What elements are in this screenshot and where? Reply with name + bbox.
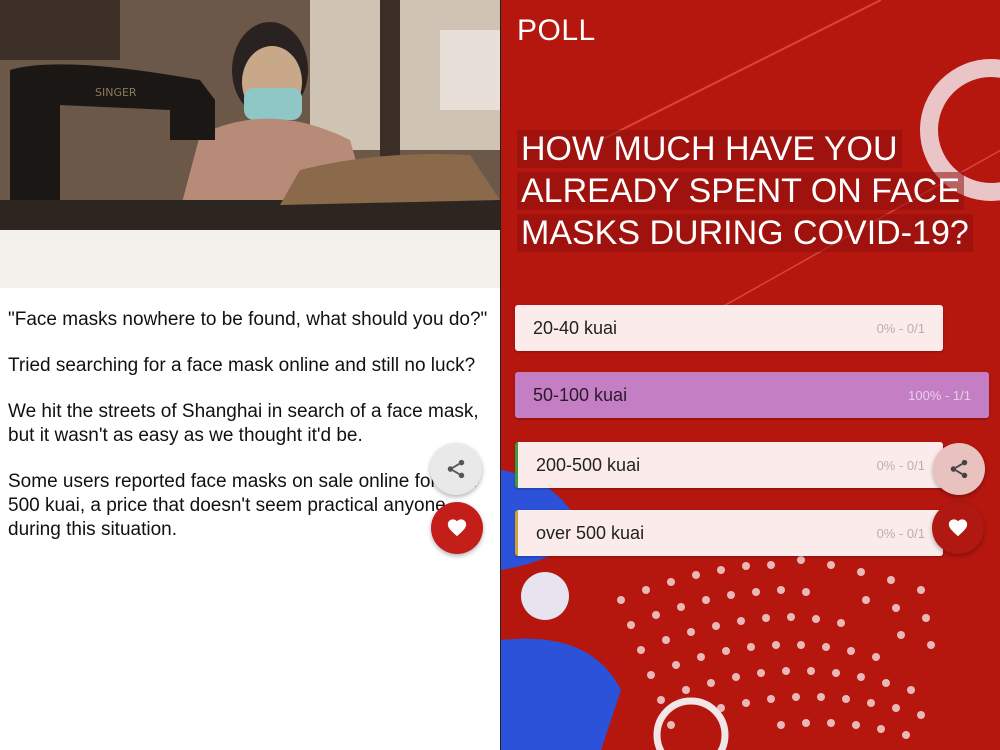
- share-icon: [950, 459, 968, 479]
- article-panel: SINGER "Face masks nowhere to be found, …: [0, 0, 500, 750]
- poll-option-label: 200-500 kuai: [536, 454, 641, 475]
- like-button[interactable]: [932, 502, 984, 554]
- article-paragraph: "Face masks nowhere to be found, what sh…: [8, 309, 488, 330]
- article-paragraph: We hit the streets of Shanghai in search…: [8, 401, 479, 446]
- poll-option-label: 50-100 kuai: [533, 384, 628, 405]
- poll-option-stat: 0% - 0/1: [876, 457, 925, 473]
- poll-option-stat: 100% - 1/1: [908, 387, 971, 403]
- poll-option[interactable]: 200-500 kuai 0% - 0/1: [515, 442, 943, 488]
- article-body: "Face masks nowhere to be found, what sh…: [8, 308, 494, 564]
- poll-question: HOW MUCH HAVE YOU ALREADY SPENT ON FACE …: [517, 128, 977, 254]
- like-button[interactable]: [431, 502, 483, 554]
- poll-option[interactable]: over 500 kuai 0% - 0/1: [515, 510, 943, 556]
- poll-option-stat: 0% - 0/1: [876, 320, 925, 336]
- article-photo: SINGER: [0, 0, 500, 288]
- share-button[interactable]: [430, 443, 482, 495]
- poll-panel: POLL HOW MUCH HAVE YOU ALREADY SPENT ON …: [500, 0, 1000, 750]
- poll-option-stat: 0% - 0/1: [876, 525, 925, 541]
- share-icon: [447, 459, 465, 479]
- poll-option-label: 20-40 kuai: [533, 317, 618, 338]
- heart-icon: [447, 519, 467, 537]
- heart-icon: [948, 519, 968, 537]
- poll-option-label: over 500 kuai: [536, 522, 645, 543]
- poll-option[interactable]: 20-40 kuai 0% - 0/1: [515, 305, 943, 351]
- poll-question-text: HOW MUCH HAVE YOU ALREADY SPENT ON FACE …: [517, 130, 973, 252]
- poll-option-selected[interactable]: 50-100 kuai 100% - 1/1: [515, 372, 989, 418]
- article-paragraph: Tried searching for a face mask online a…: [8, 355, 476, 376]
- poll-label: POLL: [517, 14, 596, 47]
- sewing-scene-image: SINGER: [0, 0, 500, 288]
- article-paragraph: Some users reported face masks on sale o…: [8, 471, 480, 540]
- machine-brand-text: SINGER: [95, 86, 137, 99]
- share-button[interactable]: [933, 443, 985, 495]
